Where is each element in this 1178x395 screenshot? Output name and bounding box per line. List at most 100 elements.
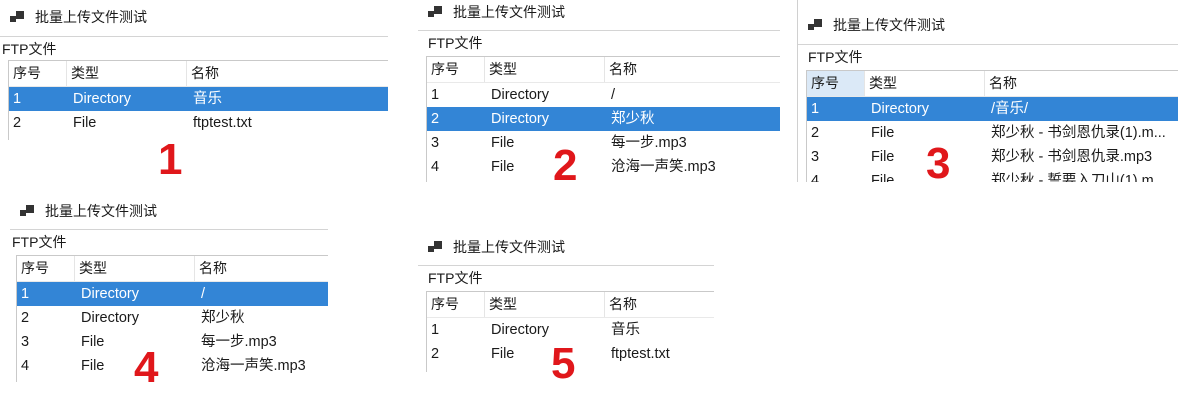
- column-header-type[interactable]: 类型: [485, 57, 605, 82]
- window-title: 批量上传文件测试: [453, 4, 565, 20]
- list-header: 序号 类型 名称: [427, 57, 780, 83]
- list-item[interactable]: 1 Directory /: [427, 83, 780, 107]
- panel-3: 批量上传文件测试 FTP文件 序号 类型 名称 1 Directory /音乐/…: [797, 0, 1178, 182]
- row-index: 2: [431, 111, 440, 127]
- window-title: 批量上传文件测试: [45, 203, 157, 219]
- list-item[interactable]: 2 File 郑少秋 - 书剑恩仇录(1).m...: [807, 121, 1178, 145]
- row-type: Directory: [871, 101, 930, 117]
- row-name: 音乐: [611, 322, 640, 338]
- row-index: 1: [811, 101, 820, 117]
- window-title-bar: 批量上传文件测试: [10, 2, 147, 32]
- list-item[interactable]: 1 Directory /: [17, 282, 328, 306]
- row-type: File: [491, 346, 515, 362]
- window-title: 批量上传文件测试: [453, 239, 565, 255]
- annotation-number-4: 4: [134, 343, 159, 392]
- row-type: File: [491, 159, 515, 175]
- ftp-files-group: FTP文件: [0, 36, 388, 58]
- row-index: 1: [21, 286, 30, 302]
- list-item[interactable]: 2 Directory 郑少秋: [17, 306, 328, 330]
- row-type: File: [81, 334, 105, 350]
- column-header-type[interactable]: 类型: [75, 256, 195, 281]
- app-window-icon: [20, 204, 36, 218]
- row-type: File: [871, 125, 895, 141]
- row-index: 2: [811, 125, 820, 141]
- row-type: Directory: [81, 310, 140, 326]
- group-label: FTP文件: [428, 270, 483, 286]
- column-header-name[interactable]: 名称: [605, 292, 714, 317]
- annotation-number-1: 1: [158, 135, 183, 184]
- row-type: File: [491, 135, 515, 151]
- file-list[interactable]: 序号 类型 名称 1 Directory 音乐 2 File ftptest.t…: [8, 60, 388, 140]
- ftp-files-group: FTP文件: [10, 229, 328, 251]
- app-window-icon: [428, 240, 444, 254]
- window-title-bar: 批量上传文件测试: [428, 232, 565, 262]
- row-name: 沧海一声笑.mp3: [201, 358, 306, 374]
- row-type: Directory: [491, 87, 550, 103]
- row-index: 4: [431, 159, 440, 175]
- list-header: 序号 类型 名称: [17, 256, 328, 282]
- column-header-index[interactable]: 序号: [427, 292, 485, 317]
- column-header-name[interactable]: 名称: [187, 61, 388, 86]
- row-type: File: [871, 149, 895, 165]
- row-index: 2: [21, 310, 30, 326]
- row-index: 3: [431, 135, 440, 151]
- row-name: /: [611, 87, 616, 103]
- file-list[interactable]: 序号 类型 名称 1 Directory / 2 Directory 郑少秋 3…: [16, 255, 328, 382]
- column-header-name[interactable]: 名称: [195, 256, 328, 281]
- window-title-bar: 批量上传文件测试: [428, 0, 565, 27]
- list-item[interactable]: 4 File 郑少秋 - 誓要入刀山(1).m...: [807, 169, 1178, 182]
- row-index: 2: [431, 346, 440, 362]
- column-header-name[interactable]: 名称: [605, 57, 780, 82]
- row-type: File: [81, 358, 105, 374]
- row-index: 1: [13, 91, 22, 107]
- column-header-index[interactable]: 序号: [807, 71, 865, 96]
- list-item[interactable]: 1 Directory 音乐: [9, 87, 388, 111]
- panel-4: 批量上传文件测试 FTP文件 序号 类型 名称 1 Directory / 2 …: [10, 192, 328, 382]
- app-window-icon: [10, 10, 26, 24]
- group-label: FTP文件: [2, 41, 57, 57]
- annotation-number-3: 3: [926, 139, 951, 188]
- row-type: File: [73, 115, 97, 131]
- row-name: 郑少秋: [201, 310, 245, 326]
- row-name: 每一步.mp3: [201, 334, 277, 350]
- row-name: /音乐/: [991, 101, 1029, 117]
- group-label: FTP文件: [428, 35, 483, 51]
- window-title-bar: 批量上传文件测试: [20, 196, 157, 226]
- window-title-bar: 批量上传文件测试: [808, 10, 945, 40]
- column-header-index[interactable]: 序号: [9, 61, 67, 86]
- list-item[interactable]: 3 File 每一步.mp3: [17, 330, 328, 354]
- ftp-files-group: FTP文件: [798, 44, 1178, 66]
- row-index: 2: [13, 115, 22, 131]
- column-header-index[interactable]: 序号: [17, 256, 75, 281]
- annotation-number-5: 5: [551, 339, 576, 388]
- group-label: FTP文件: [12, 234, 67, 250]
- list-item[interactable]: 4 File 沧海一声笑.mp3: [17, 354, 328, 378]
- row-type: Directory: [73, 91, 132, 107]
- row-index: 1: [431, 322, 440, 338]
- panel-2: 批量上传文件测试 FTP文件 序号 类型 名称 1 Directory / 2 …: [418, 0, 780, 182]
- list-item[interactable]: 3 File 每一步.mp3: [427, 131, 780, 155]
- group-label: FTP文件: [808, 49, 863, 65]
- row-index: 4: [21, 358, 30, 374]
- panel-1: 批量上传文件测试 FTP文件 序号 类型 名称 1 Directory 音乐 2…: [0, 0, 388, 140]
- list-item[interactable]: 4 File 沧海一声笑.mp3: [427, 155, 780, 179]
- row-name: ftptest.txt: [193, 115, 252, 131]
- file-list[interactable]: 序号 类型 名称 1 Directory /音乐/ 2 File 郑少秋 - 书…: [806, 70, 1178, 182]
- column-header-index[interactable]: 序号: [427, 57, 485, 82]
- list-header: 序号 类型 名称: [9, 61, 388, 87]
- file-list[interactable]: 序号 类型 名称 1 Directory / 2 Directory 郑少秋 3…: [426, 56, 780, 182]
- column-header-type[interactable]: 类型: [865, 71, 985, 96]
- row-name: 沧海一声笑.mp3: [611, 159, 716, 175]
- list-item[interactable]: 2 Directory 郑少秋: [427, 107, 780, 131]
- ftp-files-group: FTP文件: [418, 265, 714, 287]
- column-header-type[interactable]: 类型: [485, 292, 605, 317]
- list-item[interactable]: 2 File ftptest.txt: [9, 111, 388, 135]
- column-header-name[interactable]: 名称: [985, 71, 1178, 96]
- row-index: 3: [811, 149, 820, 165]
- list-item[interactable]: 3 File 郑少秋 - 书剑恩仇录.mp3: [807, 145, 1178, 169]
- row-type: Directory: [491, 322, 550, 338]
- list-item[interactable]: 1 Directory /音乐/: [807, 97, 1178, 121]
- row-name: 郑少秋 - 书剑恩仇录.mp3: [991, 149, 1153, 165]
- column-header-type[interactable]: 类型: [67, 61, 187, 86]
- row-type: File: [871, 173, 895, 182]
